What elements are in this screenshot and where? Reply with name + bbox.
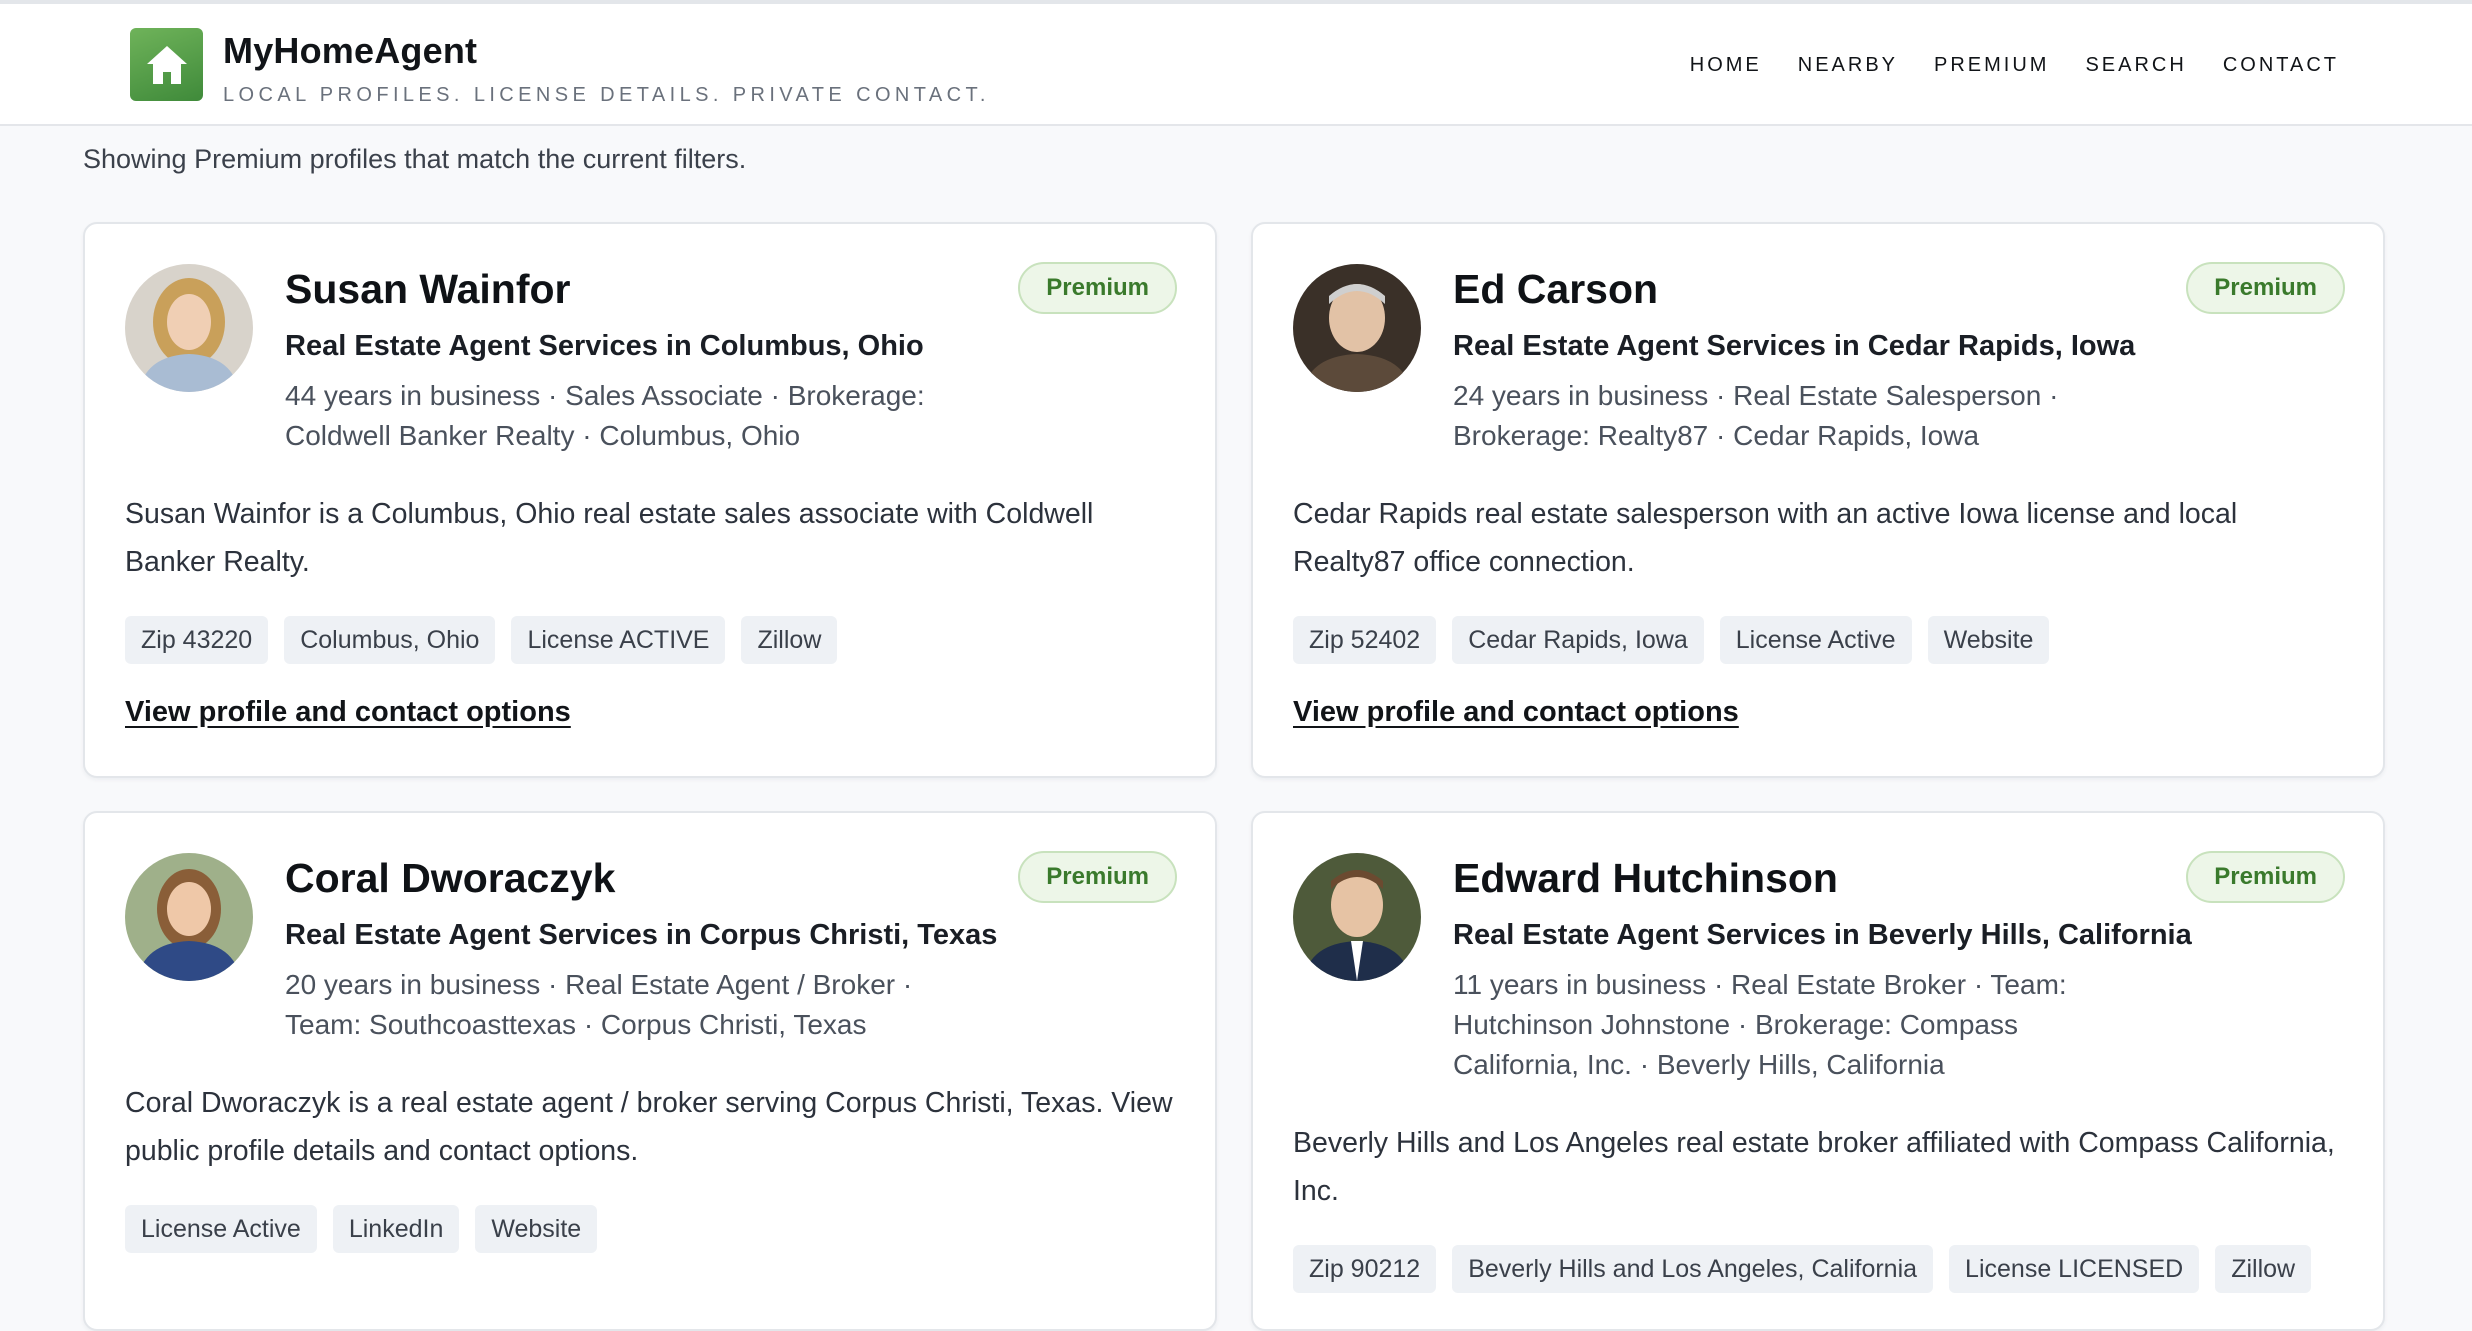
tag-zip: Zip 90212 — [1293, 1245, 1437, 1293]
agent-tags: License Active LinkedIn Website — [125, 1205, 598, 1253]
agent-name: Ed Carson — [1453, 266, 1659, 312]
tag-license: License LICENSED — [1949, 1245, 2200, 1293]
agent-description: Susan Wainfor is a Columbus, Ohio real e… — [125, 498, 1094, 578]
agent-meta: 11 years in business · Real Estate Broke… — [1453, 969, 2067, 1080]
agent-service-area: Real Estate Agent Services in Corpus Chr… — [285, 919, 998, 951]
nav-nearby[interactable]: NEARBY — [1798, 54, 1898, 77]
view-profile-link[interactable]: View profile and contact options — [125, 696, 571, 729]
avatar — [1293, 853, 1421, 981]
agent-service-area: Real Estate Agent Services in Beverly Hi… — [1453, 919, 2192, 951]
main-nav: HOME NEARBY PREMIUM SEARCH CONTACT — [1654, 54, 2339, 77]
tag-location: Beverly Hills and Los Angeles, Californi… — [1452, 1245, 1934, 1293]
tag-source: Website — [1927, 616, 2050, 664]
agent-name: Edward Hutchinson — [1453, 855, 1838, 901]
agent-description: Beverly Hills and Los Angeles real estat… — [1293, 1127, 2335, 1207]
tag-zip: Zip 43220 — [125, 616, 269, 664]
agent-description: Coral Dworaczyk is a real estate agent /… — [125, 1087, 1173, 1167]
agent-card: Premium Edward Hutchinson Real Estate Ag… — [1251, 811, 2385, 1331]
premium-badge: Premium — [2186, 262, 2345, 314]
brand-tagline: LOCAL PROFILES. LICENSE DETAILS. PRIVATE… — [223, 84, 990, 106]
agent-service-area: Real Estate Agent Services in Cedar Rapi… — [1453, 330, 2136, 362]
results-intro: Showing Premium profiles that match the … — [83, 144, 747, 174]
nav-premium[interactable]: PREMIUM — [1934, 54, 2049, 77]
nav-contact[interactable]: CONTACT — [2223, 54, 2339, 77]
tag-source: Zillow — [741, 616, 838, 664]
tag-website: Website — [475, 1205, 598, 1253]
agent-name: Coral Dworaczyk — [285, 855, 616, 901]
agent-card: Premium Susan Wainfor Real Estate Agent … — [83, 222, 1217, 778]
premium-badge: Premium — [1018, 262, 1177, 314]
avatar — [1293, 264, 1421, 392]
brand-name[interactable]: MyHomeAgent — [223, 30, 477, 72]
nav-search[interactable]: SEARCH — [2085, 54, 2186, 77]
agent-meta: 20 years in business · Real Estate Agent… — [285, 969, 913, 1040]
agent-tags: Zip 52402 Cedar Rapids, Iowa License Act… — [1293, 616, 2050, 664]
premium-badge: Premium — [1018, 851, 1177, 903]
agent-tags: Zip 90212 Beverly Hills and Los Angeles,… — [1293, 1245, 2312, 1293]
agent-card: Premium Ed Carson Real Estate Agent Serv… — [1251, 222, 2385, 778]
agent-meta: 44 years in business · Sales Associate ·… — [285, 380, 925, 451]
avatar — [125, 853, 253, 981]
tag-source: LinkedIn — [332, 1205, 460, 1253]
agent-card: Premium Coral Dworaczyk Real Estate Agen… — [83, 811, 1217, 1331]
logo[interactable] — [130, 28, 203, 101]
tag-source: Zillow — [2215, 1245, 2312, 1293]
tag-location: Cedar Rapids, Iowa — [1452, 616, 1704, 664]
agent-description: Cedar Rapids real estate salesperson wit… — [1293, 498, 2238, 578]
house-icon — [146, 45, 187, 84]
view-profile-link[interactable]: View profile and contact options — [1293, 696, 1739, 729]
tag-license: License Active — [1719, 616, 1912, 664]
agent-service-area: Real Estate Agent Services in Columbus, … — [285, 330, 924, 362]
site-header: MyHomeAgent LOCAL PROFILES. LICENSE DETA… — [0, 4, 2472, 126]
agent-meta: 24 years in business · Real Estate Sales… — [1453, 380, 2059, 451]
premium-badge: Premium — [2186, 851, 2345, 903]
nav-home[interactable]: HOME — [1690, 54, 1762, 77]
avatar — [125, 264, 253, 392]
tag-location: Columbus, Ohio — [284, 616, 496, 664]
tag-license: License Active — [125, 1205, 317, 1253]
agent-tags: Zip 43220 Columbus, Ohio License ACTIVE … — [125, 616, 838, 664]
tag-license: License ACTIVE — [511, 616, 726, 664]
tag-zip: Zip 52402 — [1293, 616, 1437, 664]
agent-name: Susan Wainfor — [285, 266, 571, 312]
